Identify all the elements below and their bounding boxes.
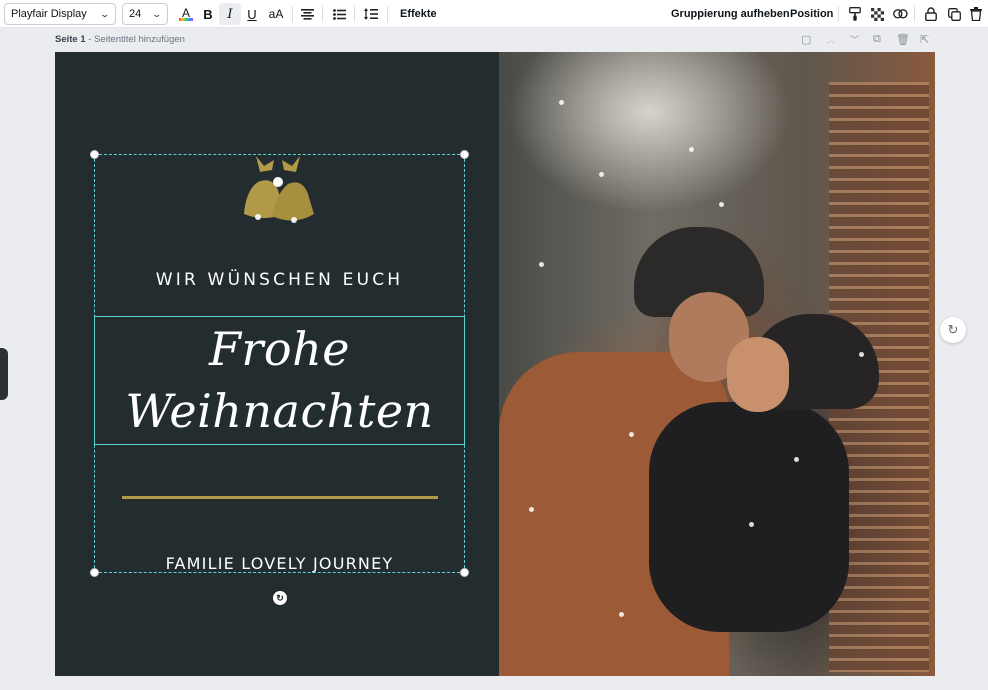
resize-handle[interactable] bbox=[90, 150, 99, 159]
chevron-down-icon: ⌄ bbox=[99, 8, 111, 19]
divider bbox=[914, 6, 915, 22]
text-color-icon: A bbox=[181, 5, 190, 20]
link-button[interactable] bbox=[889, 3, 911, 25]
divider bbox=[354, 6, 355, 22]
letter-case-button[interactable]: aA bbox=[263, 3, 289, 25]
side-panel-toggle[interactable] bbox=[0, 348, 8, 400]
delete-button[interactable] bbox=[965, 3, 987, 25]
line-spacing-icon bbox=[364, 8, 378, 20]
title-line-2: Weihnachten bbox=[125, 384, 434, 438]
font-family-dropdown[interactable]: Playfair Display ⌄ bbox=[4, 3, 116, 25]
snowflake bbox=[794, 457, 799, 462]
page-notes-icon[interactable]: ▢ bbox=[801, 33, 811, 46]
rotate-icon: ↻ bbox=[276, 592, 284, 603]
divider bbox=[292, 6, 293, 22]
position-button[interactable]: Position bbox=[790, 3, 833, 25]
rotate-handle[interactable]: ↻ bbox=[273, 591, 287, 605]
bells-icon[interactable] bbox=[238, 154, 318, 226]
effects-button[interactable]: Effekte bbox=[400, 3, 437, 25]
align-center-icon bbox=[300, 8, 314, 20]
delete-page-icon[interactable]: 🗑 bbox=[896, 33, 910, 46]
link-icon bbox=[892, 9, 908, 19]
snowflake bbox=[689, 147, 694, 152]
chevron-down-icon: ⌄ bbox=[151, 8, 163, 19]
text-color-button[interactable]: A bbox=[175, 3, 197, 25]
spacing-button[interactable] bbox=[360, 3, 382, 25]
font-size-value: 24 bbox=[129, 8, 142, 20]
transparency-button[interactable] bbox=[866, 3, 888, 25]
trash-icon bbox=[970, 7, 982, 21]
italic-button[interactable]: I bbox=[219, 3, 241, 25]
title-line-1: Frohe bbox=[209, 322, 350, 376]
rainbow-swatch bbox=[179, 17, 193, 21]
page-title-placeholder[interactable]: - Seitentitel hinzufügen bbox=[88, 34, 185, 45]
bold-button[interactable]: B bbox=[197, 3, 219, 25]
lock-icon bbox=[925, 7, 937, 21]
family-name-text[interactable]: FAMILIE LOVELY JOURNEY bbox=[94, 554, 465, 573]
snowflake bbox=[599, 172, 604, 177]
list-button[interactable] bbox=[328, 3, 350, 25]
duplicate-button[interactable] bbox=[943, 3, 965, 25]
paint-format-button[interactable] bbox=[844, 3, 866, 25]
photo-face bbox=[727, 337, 789, 412]
duplicate-page-icon[interactable]: ⧉ bbox=[873, 33, 881, 46]
snowflake bbox=[629, 432, 634, 437]
transparency-icon bbox=[870, 7, 884, 21]
design-canvas[interactable]: WIR WÜNSCHEN EUCH Frohe Weihnachten FAMI… bbox=[55, 52, 935, 676]
photo-jacket bbox=[649, 402, 849, 632]
gold-divider-line[interactable] bbox=[122, 496, 438, 499]
refresh-icon: ↻ bbox=[947, 322, 959, 337]
add-page-icon[interactable]: ⇱ bbox=[920, 33, 929, 46]
font-size-dropdown[interactable]: 24 ⌄ bbox=[122, 3, 168, 25]
divider bbox=[838, 6, 839, 22]
page-number: Seite 1 bbox=[55, 34, 86, 45]
paint-format-icon bbox=[849, 7, 861, 21]
underline-button[interactable]: U bbox=[241, 3, 263, 25]
ungroup-button[interactable]: Gruppierung aufheben bbox=[671, 3, 790, 25]
editor-toolbar: Playfair Display ⌄ 24 ⌄ A B I U aA Effek… bbox=[0, 0, 988, 28]
title-text[interactable]: Frohe Weihnachten bbox=[94, 318, 465, 442]
bullet-list-icon bbox=[332, 8, 346, 20]
snowflake bbox=[539, 262, 544, 267]
refresh-button[interactable]: ↻ bbox=[940, 317, 966, 343]
chevron-up-icon[interactable]: ︿ bbox=[826, 33, 835, 46]
snowflake bbox=[529, 507, 534, 512]
snowflake bbox=[859, 352, 864, 357]
page-header[interactable]: Seite 1 - Seitentitel hinzufügen bbox=[55, 34, 185, 45]
resize-handle[interactable] bbox=[460, 150, 469, 159]
snowflake bbox=[619, 612, 624, 617]
align-button[interactable] bbox=[296, 3, 318, 25]
snowflake bbox=[719, 202, 724, 207]
divider bbox=[387, 6, 388, 22]
couple-photo[interactable] bbox=[499, 52, 935, 676]
lock-button[interactable] bbox=[920, 3, 942, 25]
font-family-value: Playfair Display bbox=[11, 8, 87, 20]
snowflake bbox=[559, 100, 564, 105]
chevron-down-icon[interactable]: ﹀ bbox=[850, 33, 859, 46]
snowflake bbox=[749, 522, 754, 527]
duplicate-icon bbox=[947, 7, 961, 21]
greeting-line[interactable]: WIR WÜNSCHEN EUCH bbox=[94, 270, 465, 290]
divider bbox=[322, 6, 323, 22]
